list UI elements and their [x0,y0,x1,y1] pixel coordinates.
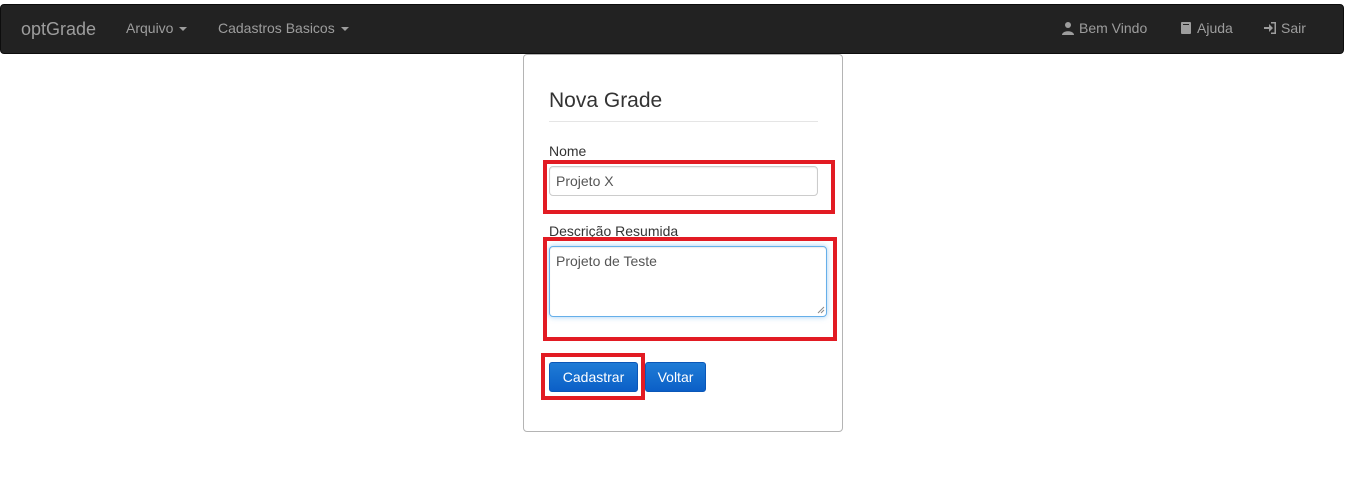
nav-ajuda[interactable]: Ajuda [1179,20,1233,36]
menu-arquivo-label: Arquivo [126,20,174,36]
title-divider [549,121,818,122]
menu-cadastros-basicos[interactable]: Cadastros Basicos [218,20,349,36]
brand-logo[interactable]: optGrade [21,19,96,40]
form-title: Nova Grade [549,89,663,112]
nav-sair[interactable]: Sair [1263,20,1306,36]
user-icon [1061,21,1075,35]
caret-down-icon [340,27,349,31]
highlight-box-nome [543,160,835,214]
top-navbar: optGrade Arquivo Cadastros Basicos Bem V… [0,4,1344,54]
nome-label: Nome [549,143,587,159]
nav-ajuda-label: Ajuda [1197,20,1233,36]
caret-down-icon [179,27,188,31]
menu-arquivo[interactable]: Arquivo [126,20,188,36]
highlight-box-descricao [543,237,837,341]
nav-bem-vindo[interactable]: Bem Vindo [1061,20,1147,36]
book-icon [1179,21,1193,35]
sign-out-icon [1263,21,1277,35]
voltar-button[interactable]: Voltar [645,362,706,392]
nav-sair-label: Sair [1281,20,1306,36]
highlight-box-cadastrar [541,353,645,400]
nav-bem-vindo-label: Bem Vindo [1079,20,1148,36]
menu-cadastros-basicos-label: Cadastros Basicos [218,20,335,36]
